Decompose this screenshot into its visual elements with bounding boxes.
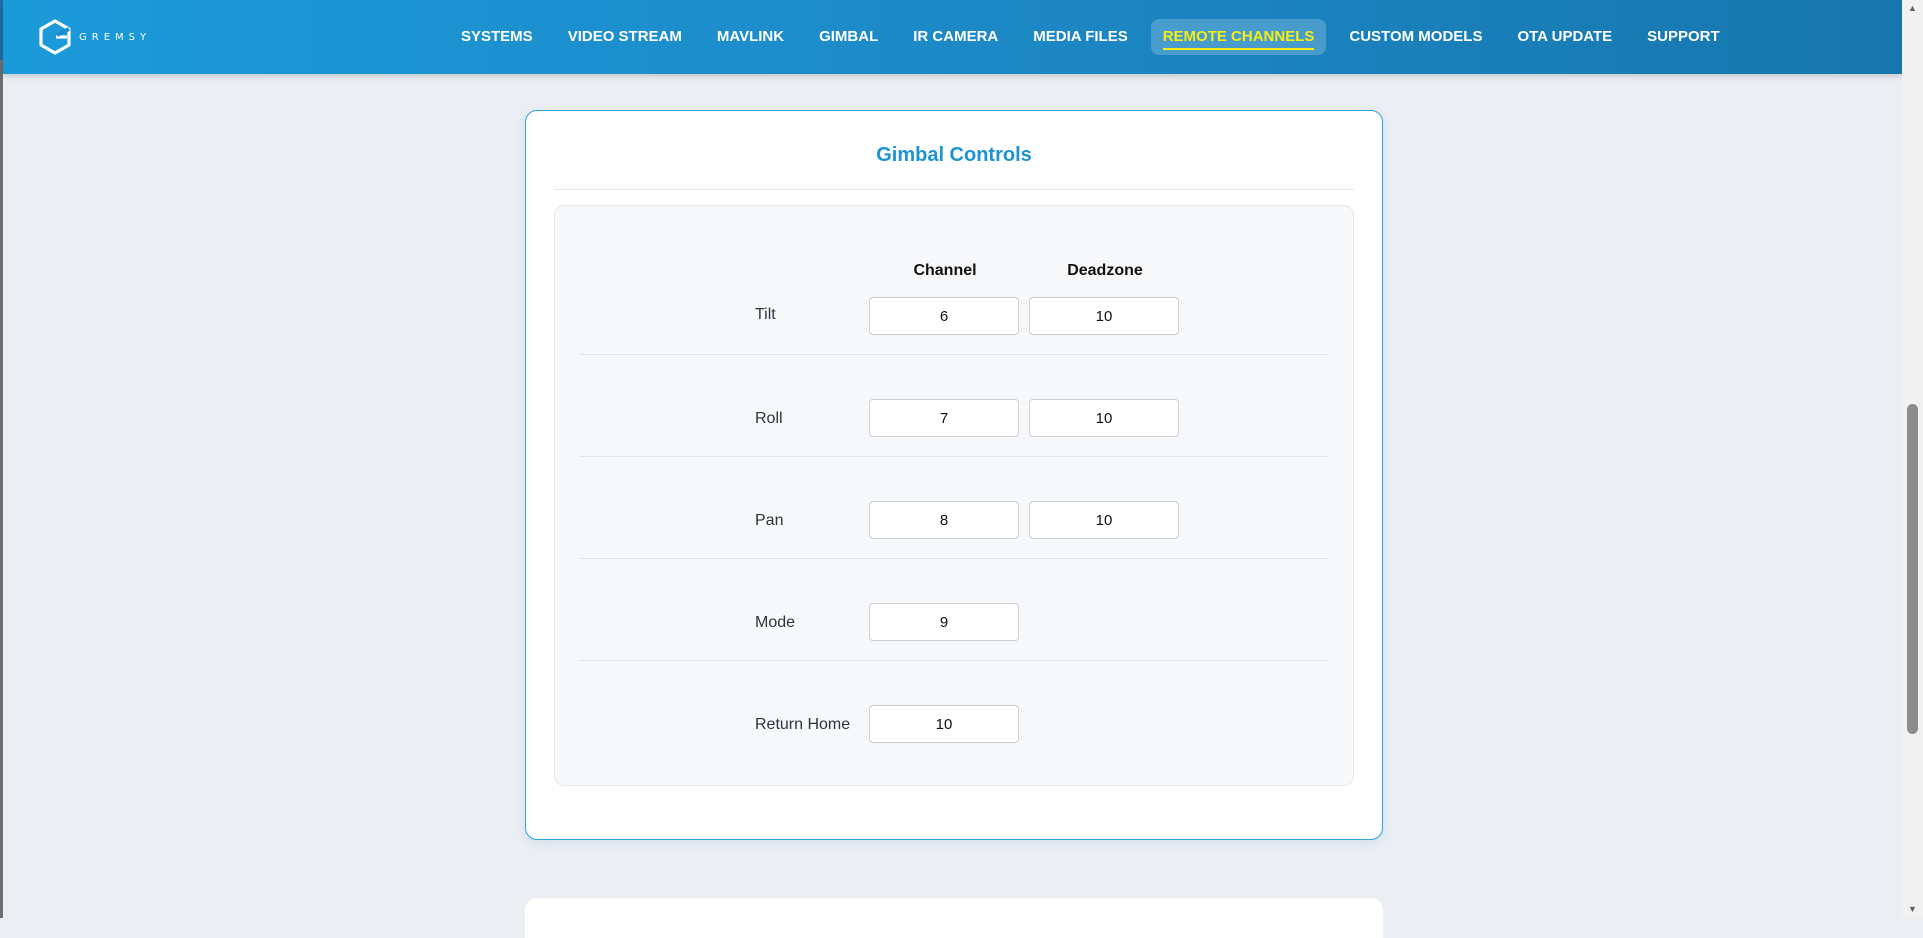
tilt-channel-input[interactable] (869, 297, 1019, 335)
page-scrollbar[interactable]: ▲ ▼ (1902, 0, 1923, 918)
mode-label: Mode (755, 614, 796, 631)
nav-mavlink[interactable]: MAVLINK (705, 19, 796, 55)
return-home-channel-input[interactable] (869, 705, 1019, 743)
scroll-up-arrow-icon[interactable]: ▲ (1902, 0, 1923, 17)
gremsy-logo-icon (39, 19, 71, 55)
nav-ota-update[interactable]: OTA UPDATE (1505, 19, 1624, 55)
nav-remote-channels[interactable]: REMOTE CHANNELS (1150, 19, 1327, 55)
pan-row: Pan (579, 457, 1329, 559)
pan-channel-input[interactable] (869, 501, 1019, 539)
roll-channel-input[interactable] (869, 399, 1019, 437)
pan-label: Pan (755, 512, 784, 529)
tilt-label: Tilt (755, 306, 776, 323)
return-home-label: Return Home (755, 716, 851, 733)
brand-logo[interactable]: GREMSY (39, 18, 151, 56)
scroll-down-arrow-icon[interactable]: ▼ (1902, 901, 1923, 918)
nav-video-stream[interactable]: VIDEO STREAM (556, 19, 694, 55)
mode-row: Mode (579, 559, 1329, 661)
nav-systems[interactable]: SYSTEMS (449, 19, 545, 55)
nav-gimbal[interactable]: GIMBAL (807, 19, 890, 55)
mode-channel-input[interactable] (869, 603, 1019, 641)
scrollbar-thumb[interactable] (1907, 404, 1918, 734)
gimbal-controls-card: Gimbal Controls Channel Deadzone Tilt Ro… (525, 110, 1383, 840)
top-navbar: GREMSY SYSTEMS VIDEO STREAM MAVLINK GIMB… (3, 0, 1902, 74)
roll-label: Roll (755, 410, 783, 427)
next-card (525, 898, 1383, 938)
controls-panel: Channel Deadzone Tilt Roll Pan Mode Retu… (554, 205, 1354, 786)
nav-media-files[interactable]: MEDIA FILES (1021, 19, 1139, 55)
roll-deadzone-input[interactable] (1029, 399, 1179, 437)
card-title: Gimbal Controls (554, 144, 1354, 190)
tilt-row: Tilt (579, 206, 1329, 355)
tilt-deadzone-input[interactable] (1029, 297, 1179, 335)
nav-support[interactable]: SUPPORT (1635, 19, 1732, 55)
nav-ir-camera[interactable]: IR CAMERA (901, 19, 1010, 55)
brand-name: GREMSY (79, 31, 152, 43)
pan-deadzone-input[interactable] (1029, 501, 1179, 539)
main-nav: SYSTEMS VIDEO STREAM MAVLINK GIMBAL IR C… (449, 19, 1743, 55)
return-home-row: Return Home (579, 661, 1329, 763)
nav-custom-models[interactable]: CUSTOM MODELS (1337, 19, 1494, 55)
roll-row: Roll (579, 355, 1329, 457)
window-edge (0, 0, 3, 918)
